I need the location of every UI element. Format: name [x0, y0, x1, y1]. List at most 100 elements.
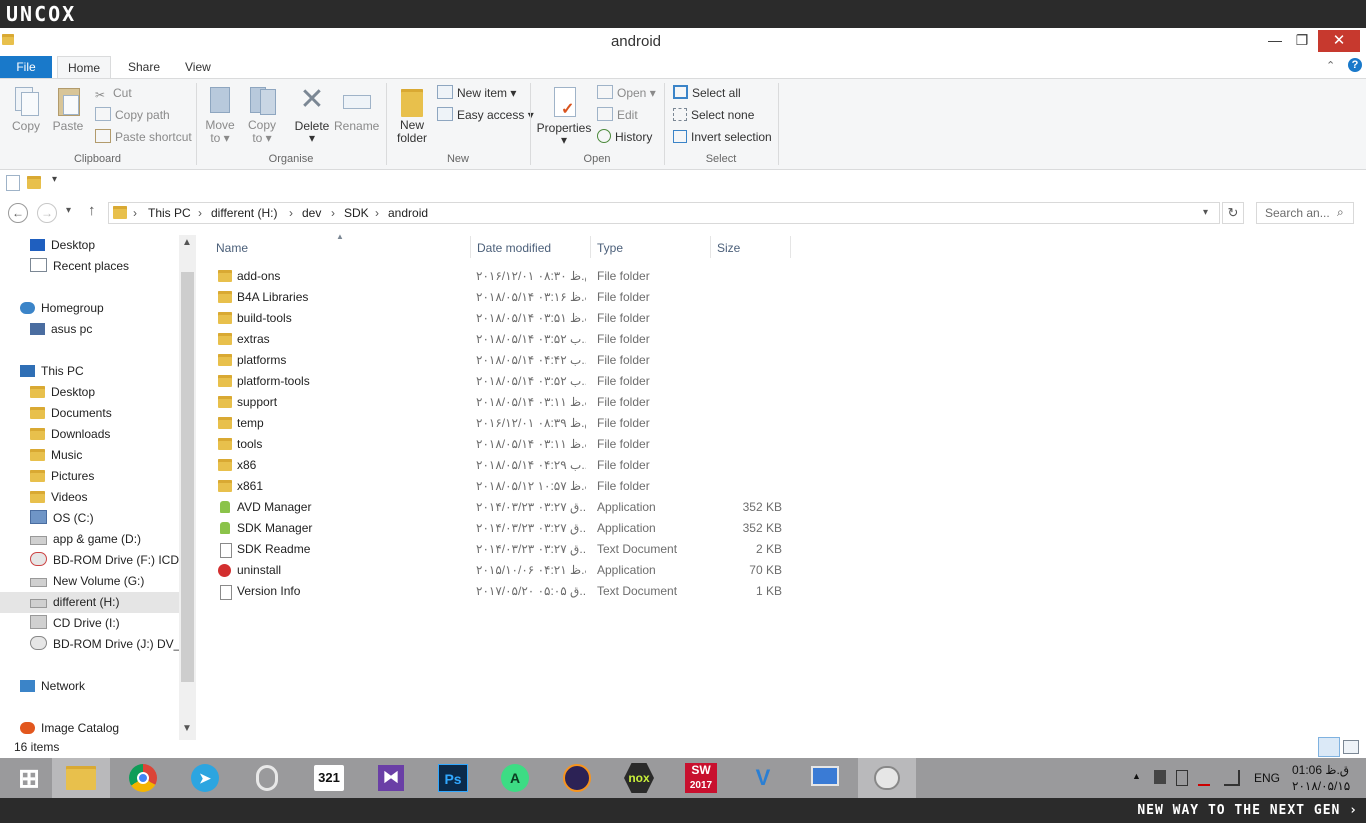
nav-item-drive-g[interactable]: New Volume (G:)	[0, 571, 196, 592]
chevron-right-icon[interactable]: ›	[133, 203, 137, 223]
column-divider[interactable]	[710, 236, 711, 258]
address-history-chevron-icon[interactable]: ▾	[1203, 203, 1208, 223]
chrome-icon[interactable]	[114, 758, 172, 798]
recent-locations-icon[interactable]: ▾	[66, 205, 71, 216]
file-row[interactable]: extras ۲۰۱۸/۰۵/۱۴ ب ۰۳:۵۲... File folder	[212, 329, 792, 350]
opera-icon[interactable]	[238, 758, 296, 798]
nav-item-drive-c[interactable]: OS (C:)	[0, 508, 196, 529]
details-view-icon[interactable]	[1318, 737, 1340, 757]
breadcrumb-sdk[interactable]: SDK	[344, 203, 369, 223]
select-none-button[interactable]: Select none	[673, 106, 754, 124]
remote-desktop-icon[interactable]	[796, 758, 854, 798]
collapse-ribbon-icon[interactable]: ⌃	[1326, 59, 1335, 72]
column-divider[interactable]	[590, 236, 591, 258]
copy-button[interactable]: Copy	[8, 85, 44, 133]
tab-view[interactable]: View	[175, 56, 221, 78]
v-app-icon[interactable]: V	[734, 758, 792, 798]
visual-studio-icon[interactable]: ⧓	[362, 758, 420, 798]
copy-to-button[interactable]: Copy to ▾	[242, 85, 282, 145]
nav-item-image-catalog[interactable]: Image Catalog	[0, 718, 196, 739]
chevron-right-icon[interactable]: ›	[375, 203, 379, 223]
chevron-right-icon[interactable]: ›	[331, 203, 335, 223]
file-row[interactable]: SDK Readme ۲۰۱۴/۰۳/۲۳ ق ۰۳:۲۷... Text Docu…	[212, 539, 792, 560]
nav-item-homegroup[interactable]: Homegroup	[0, 298, 196, 319]
breadcrumb-dev[interactable]: dev	[302, 203, 321, 223]
refresh-icon[interactable]: ↻	[1222, 202, 1244, 224]
solidworks-icon[interactable]: SW 2017	[672, 758, 730, 798]
321-player-icon[interactable]: 321	[300, 758, 358, 798]
clock-date[interactable]: ۲۰۱۸/۰۵/۱۵	[1292, 779, 1362, 793]
new-folder-quick-icon[interactable]	[27, 176, 41, 189]
help-icon[interactable]: ?	[1348, 58, 1362, 72]
file-row[interactable]: add-ons ۲۰۱۶/۱۲/۰۱ ق.ظ ۰۸:۳۰ File folder	[212, 266, 792, 287]
edit-button[interactable]: Edit	[597, 106, 638, 124]
history-button[interactable]: History	[597, 128, 652, 146]
up-arrow-icon[interactable]: ↑	[88, 202, 96, 219]
copy-path-button[interactable]: Copy path	[95, 106, 170, 124]
large-icons-view-icon[interactable]	[1343, 740, 1359, 754]
file-row[interactable]: platforms ۲۰۱۸/۰۵/۱۴ ب ۰۴:۴۲... File folde…	[212, 350, 792, 371]
nav-item-pictures[interactable]: Pictures	[0, 466, 196, 487]
nav-item-recent-places[interactable]: Recent places	[0, 256, 196, 277]
properties-quick-icon[interactable]	[6, 175, 20, 191]
battery-icon[interactable]	[1176, 770, 1188, 786]
nav-item-videos[interactable]: Videos	[0, 487, 196, 508]
breadcrumb-android[interactable]: android	[388, 203, 428, 223]
clock-time[interactable]: ق.ظ 01:06	[1292, 763, 1362, 777]
invert-selection-button[interactable]: Invert selection	[673, 128, 772, 146]
android-studio-icon[interactable]: A	[486, 758, 544, 798]
file-row[interactable]: build-tools ۲۰۱۸/۰۵/۱۴ ب.ظ ۰۳:۵۱ File fold…	[212, 308, 792, 329]
eclipse-icon[interactable]	[548, 758, 606, 798]
file-row[interactable]: AVD Manager ۲۰۱۴/۰۳/۲۳ ق ۰۳:۲۷... Applicat…	[212, 497, 792, 518]
nav-item-this-pc[interactable]: This PC	[0, 361, 196, 382]
scroll-up-icon[interactable]: ▲	[182, 237, 192, 248]
nav-item-drive-j[interactable]: BD-ROM Drive (J:) DV_LS	[0, 634, 196, 655]
file-row[interactable]: B4A Libraries ۲۰۱۸/۰۵/۱۴ ب.ظ ۰۳:۱۶ File fo…	[212, 287, 792, 308]
file-explorer-icon[interactable]	[52, 758, 110, 798]
file-row[interactable]: Version Info ۲۰۱۷/۰۵/۲۰ ق ۰۵:۰۵... Text Do…	[212, 581, 792, 602]
new-item-button[interactable]: New item ▾	[437, 84, 516, 102]
paint-icon[interactable]	[858, 758, 916, 798]
new-folder-button[interactable]: New folder	[392, 85, 432, 145]
file-row[interactable]: temp ۲۰۱۶/۱۲/۰۱ ق.ظ ۰۸:۳۹ File folder	[212, 413, 792, 434]
file-row[interactable]: tools ۲۰۱۸/۰۵/۱۴ ب.ظ ۰۳:۱۱ File folder	[212, 434, 792, 455]
back-arrow-icon[interactable]: ←	[8, 203, 28, 223]
paste-shortcut-button[interactable]: Paste shortcut	[95, 128, 192, 146]
scroll-down-icon[interactable]: ▼	[182, 723, 192, 734]
nav-item-network[interactable]: Network	[0, 676, 196, 697]
open-button[interactable]: Open ▾	[597, 84, 656, 102]
signal-icon[interactable]	[1224, 770, 1240, 786]
chevron-right-icon[interactable]: ›	[198, 203, 202, 223]
nav-item-desktop[interactable]: Desktop	[0, 382, 196, 403]
nav-item-documents[interactable]: Documents	[0, 403, 196, 424]
nav-item-drive-d[interactable]: app & game (D:)	[0, 529, 196, 550]
address-bar[interactable]: › This PC › different (H:) › dev › SDK ›…	[108, 202, 1220, 224]
file-row[interactable]: x86 ۲۰۱۸/۰۵/۱۴ ب ۰۴:۲۹... File folder	[212, 455, 792, 476]
rename-button[interactable]: Rename	[334, 85, 379, 133]
file-row[interactable]: uninstall ۲۰۱۵/۱۰/۰۶ ب.ظ ۰۴:۲۱ Application…	[212, 560, 792, 581]
customize-qat-icon[interactable]: ▾	[52, 174, 57, 185]
properties-button[interactable]: ✓ Properties ▾	[536, 85, 592, 146]
nav-item-drive-f[interactable]: BD-ROM Drive (F:) ICDL	[0, 550, 196, 571]
nav-item-asus-pc[interactable]: asus pc	[0, 319, 196, 340]
cut-button[interactable]: ✂ Cut	[95, 84, 132, 102]
breadcrumb-drive-h[interactable]: different (H:)	[211, 203, 277, 223]
column-divider[interactable]	[470, 236, 471, 258]
move-to-button[interactable]: Move to ▾	[200, 85, 240, 145]
nav-item-music[interactable]: Music	[0, 445, 196, 466]
easy-access-button[interactable]: Easy access ▾	[437, 106, 534, 124]
speaker-muted-icon[interactable]	[1154, 770, 1166, 784]
nav-item-downloads[interactable]: Downloads	[0, 424, 196, 445]
nav-item-desktop-fav[interactable]: Desktop	[0, 235, 196, 256]
search-icon[interactable]: ⌕	[1337, 205, 1344, 220]
photoshop-icon[interactable]: Ps	[424, 758, 482, 798]
tab-home[interactable]: Home	[57, 56, 112, 79]
file-row[interactable]: support ۲۰۱۸/۰۵/۱۴ ب.ظ ۰۳:۱۱ File folder	[212, 392, 792, 413]
forward-arrow-icon[interactable]: →	[37, 203, 57, 223]
search-box[interactable]: Search an... ⌕	[1256, 202, 1354, 224]
file-row[interactable]: x861 ۲۰۱۸/۰۵/۱۲ ب.ظ ۱۰:۵۷ File folder	[212, 476, 792, 497]
start-button[interactable]: ⊞	[0, 758, 58, 798]
input-language[interactable]: ENG	[1254, 771, 1280, 785]
close-button[interactable]: ✕	[1318, 30, 1360, 52]
telegram-icon[interactable]: ➤	[176, 758, 234, 798]
